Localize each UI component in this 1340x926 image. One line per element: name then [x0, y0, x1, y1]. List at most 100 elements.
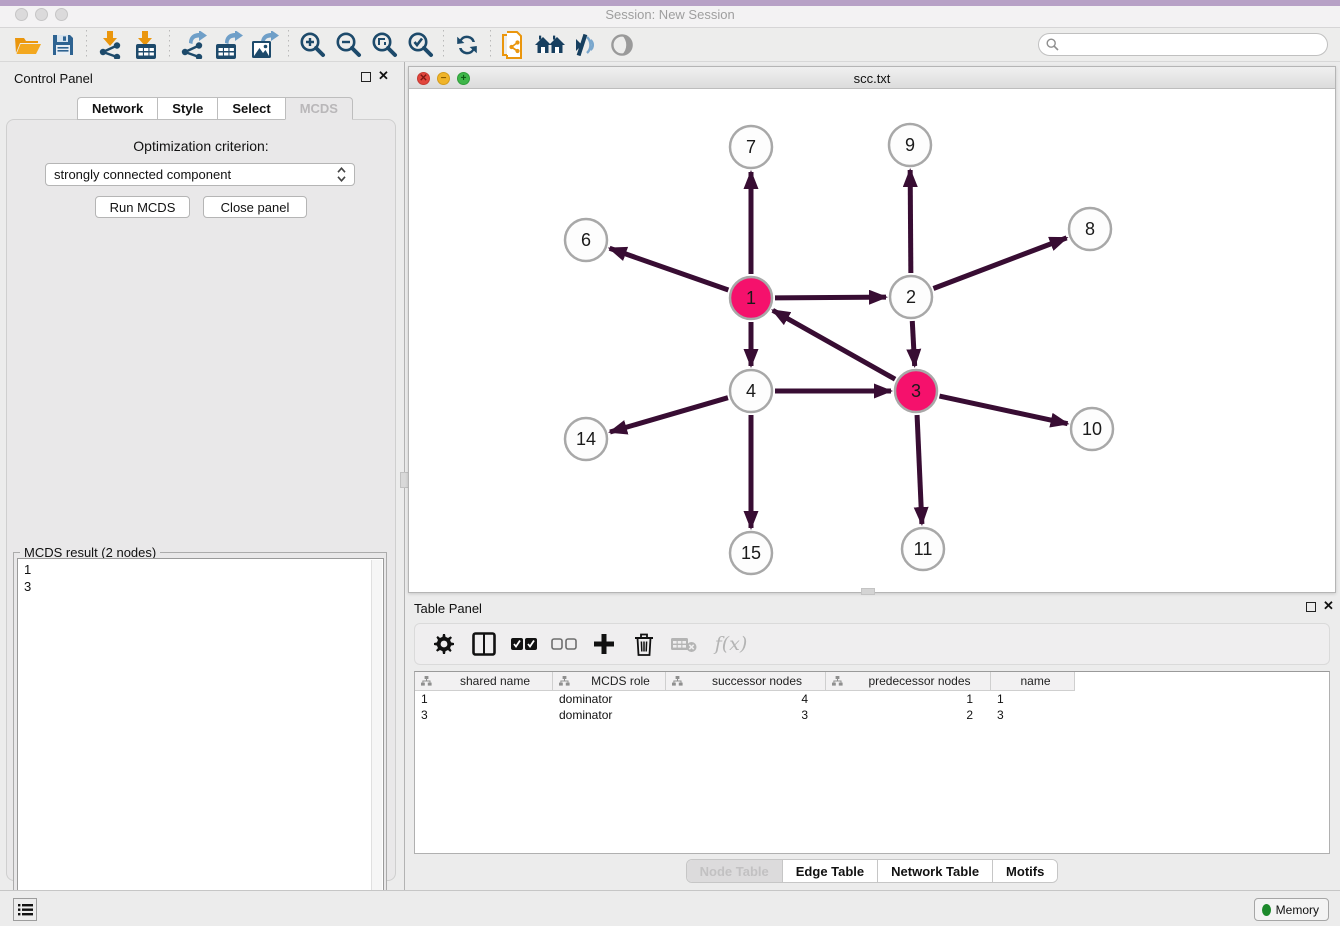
network-window-titlebar[interactable]: ✕ − + scc.txt	[409, 67, 1335, 89]
import-network-icon[interactable]	[92, 30, 128, 60]
create-column-icon[interactable]	[591, 631, 617, 657]
hide-selected-icon[interactable]	[568, 30, 604, 60]
toolbar-separator	[288, 30, 289, 60]
cell-shared-name[interactable]: 3	[415, 707, 553, 723]
control-panel-close-icon[interactable]: ✕	[378, 68, 389, 84]
graph-edge-2-3[interactable]	[912, 321, 914, 366]
import-table-icon[interactable]	[128, 30, 164, 60]
node-table[interactable]: shared nameMCDS rolesuccessor nodesprede…	[414, 671, 1330, 854]
graph-node-11[interactable]: 11	[902, 528, 944, 570]
cell-name[interactable]: 1	[991, 691, 1075, 707]
table-row[interactable]: 1dominator411	[415, 691, 1329, 707]
graph-node-15[interactable]: 15	[730, 532, 772, 574]
main-toolbar	[0, 28, 1340, 62]
optimization-criterion-dropdown[interactable]: strongly connected component	[45, 163, 355, 186]
graph-node-14[interactable]: 14	[565, 418, 607, 460]
graph-node-4[interactable]: 4	[730, 370, 772, 412]
zoom-in-icon[interactable]	[294, 30, 330, 60]
graph-edge-4-14[interactable]	[610, 398, 728, 432]
fx-label: f(x)	[715, 633, 748, 655]
graph-edge-3-11[interactable]	[917, 415, 922, 524]
run-mcds-button-label: Run MCDS	[110, 200, 176, 215]
graph-node-7[interactable]: 7	[730, 126, 772, 168]
zoom-fit-icon[interactable]	[366, 30, 402, 60]
deselect-all-icon[interactable]	[551, 631, 577, 657]
tab-node-table[interactable]: Node Table	[687, 860, 783, 882]
task-history-button[interactable]	[13, 898, 37, 921]
tab-network-table[interactable]: Network Table	[878, 860, 993, 882]
tab-edge-table[interactable]: Edge Table	[783, 860, 878, 882]
window-title: Session: New Session	[0, 7, 1340, 22]
run-mcds-button[interactable]: Run MCDS	[95, 196, 190, 218]
tab-style[interactable]: Style	[157, 97, 217, 120]
cell-successor-nodes[interactable]: 4	[666, 691, 826, 707]
network-resize-handle[interactable]	[861, 588, 875, 595]
graph-node-8[interactable]: 8	[1069, 208, 1111, 250]
cell-MCDS-role[interactable]: dominator	[553, 707, 666, 723]
tab-network[interactable]: Network	[77, 97, 157, 120]
memory-button[interactable]: Memory	[1254, 898, 1329, 921]
table-tabbar: Node TableEdge TableNetwork TableMotifs	[686, 859, 1059, 883]
graph-edge-1-2[interactable]	[775, 297, 886, 298]
table-toolbar: f(x)	[414, 623, 1330, 665]
cell-predecessor-nodes[interactable]: 1	[826, 691, 991, 707]
graph-node-6[interactable]: 6	[565, 219, 607, 261]
table-panel-float-icon[interactable]	[1306, 602, 1316, 612]
graph-edge-2-9[interactable]	[910, 170, 911, 273]
graph-edge-1-6[interactable]	[610, 248, 729, 290]
cell-MCDS-role[interactable]: dominator	[553, 691, 666, 707]
mcds-result-text[interactable]: 1 3	[17, 558, 384, 926]
table-row[interactable]: 3dominator323	[415, 707, 1329, 723]
tab-mcds[interactable]: MCDS	[285, 97, 353, 120]
tab-motifs[interactable]: Motifs	[993, 860, 1057, 882]
network-canvas[interactable]: 7 9 6 8 1 2 4 3 14 10 15 11	[409, 89, 1335, 592]
graph-edge-2-8[interactable]	[933, 238, 1066, 289]
control-panel: Control Panel ✕ NetworkStyleSelectMCDS O…	[0, 62, 402, 890]
column-header-successor-nodes[interactable]: successor nodes	[666, 672, 826, 691]
tab-select[interactable]: Select	[217, 97, 284, 120]
delete-table-icon[interactable]	[671, 631, 697, 657]
delete-column-icon[interactable]	[631, 631, 657, 657]
graph-edge-3-1[interactable]	[773, 310, 895, 379]
control-panel-float-icon[interactable]	[361, 72, 371, 82]
search-input[interactable]	[1059, 38, 1327, 52]
export-network-icon[interactable]	[175, 30, 211, 60]
graph-node-2[interactable]: 2	[890, 276, 932, 318]
show-all-icon[interactable]	[604, 30, 640, 60]
first-neighbors-icon[interactable]	[532, 30, 568, 60]
cell-successor-nodes[interactable]: 3	[666, 707, 826, 723]
table-panel-close-icon[interactable]: ✕	[1323, 598, 1334, 614]
column-header-name[interactable]: name	[991, 672, 1075, 691]
zoom-selected-icon[interactable]	[402, 30, 438, 60]
search-field[interactable]	[1038, 33, 1328, 56]
zoom-out-icon[interactable]	[330, 30, 366, 60]
open-session-icon[interactable]	[9, 30, 45, 60]
export-table-icon[interactable]	[211, 30, 247, 60]
function-builder-icon[interactable]: f(x)	[711, 631, 751, 657]
settings-gear-icon[interactable]	[431, 631, 457, 657]
graph-node-3[interactable]: 3	[895, 370, 937, 412]
new-network-from-selection-icon[interactable]	[496, 30, 532, 60]
save-session-icon[interactable]	[45, 30, 81, 60]
graph-node-10[interactable]: 10	[1071, 408, 1113, 450]
cell-shared-name[interactable]: 1	[415, 691, 553, 707]
graph-node-9[interactable]: 9	[889, 124, 931, 166]
column-header-predecessor-nodes[interactable]: predecessor nodes	[826, 672, 991, 691]
control-panel-tabs: NetworkStyleSelectMCDS	[77, 97, 353, 120]
column-header-shared-name[interactable]: shared name	[415, 672, 553, 691]
column-layout-icon[interactable]	[471, 631, 497, 657]
select-all-icon[interactable]	[511, 631, 537, 657]
cell-predecessor-nodes[interactable]: 2	[826, 707, 991, 723]
graph-edge-3-10[interactable]	[939, 396, 1067, 424]
graph-node-label: 9	[905, 135, 915, 155]
export-image-icon[interactable]	[247, 30, 283, 60]
column-type-icon	[832, 676, 843, 686]
cell-name[interactable]: 3	[991, 707, 1075, 723]
network-view-window: ✕ − + scc.txt 7 9 6 8 1 2 4 3 14 10 15 11	[408, 66, 1336, 593]
close-panel-button[interactable]: Close panel	[203, 196, 307, 218]
column-header-MCDS-role[interactable]: MCDS role	[553, 672, 666, 691]
refresh-layout-icon[interactable]	[449, 30, 485, 60]
graph-node-1[interactable]: 1	[730, 277, 772, 319]
result-scrollbar[interactable]	[371, 560, 382, 926]
graph-node-label: 14	[576, 429, 596, 449]
